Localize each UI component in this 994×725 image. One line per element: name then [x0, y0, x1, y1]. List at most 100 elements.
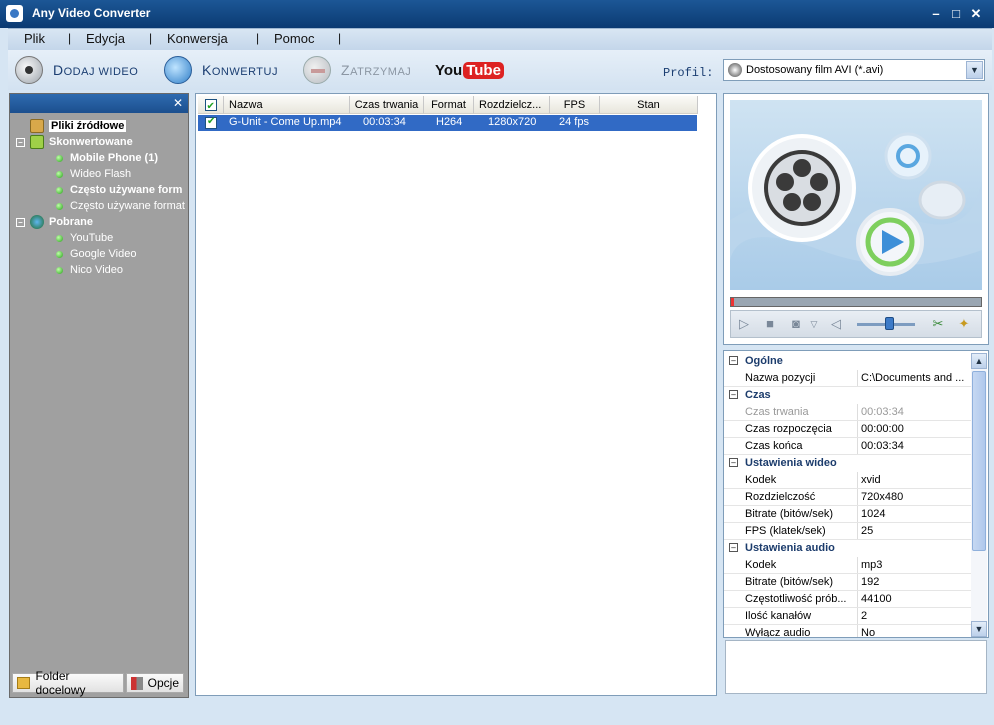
section-general[interactable]: – Ogólne: [724, 353, 971, 370]
column-header-resolution[interactable]: Rozdzielcz...: [474, 96, 550, 114]
scissors-icon[interactable]: ✂: [929, 315, 947, 333]
tree-item-mobile-phone[interactable]: Mobile Phone (1): [56, 150, 158, 166]
playback-progress[interactable]: [730, 297, 982, 307]
add-video-button[interactable]: Dodaj wideo: [15, 54, 138, 86]
green-dot-icon: [56, 202, 63, 210]
globe-icon: [30, 215, 44, 229]
green-dot-icon: [56, 266, 63, 274]
stop-icon[interactable]: ■: [761, 315, 779, 333]
prop-row-item-name[interactable]: Nazwa pozycji C:\Documents and ...: [724, 370, 971, 387]
prop-row-fps[interactable]: FPS (klatek/sek) 25: [724, 523, 971, 540]
stop-icon: [303, 56, 331, 84]
menu-edycja[interactable]: Edycja: [86, 31, 125, 46]
preview-panel: ▷ ■ ◙ ▽ ◁ ✂ ✦: [723, 93, 989, 345]
menu-separator: |: [149, 31, 153, 45]
film-reel-icon: [15, 56, 43, 84]
chevron-down-icon[interactable]: ▼: [966, 61, 983, 79]
prop-row-start-time[interactable]: Czas rozpoczęcia 00:00:00: [724, 421, 971, 438]
camera-icon[interactable]: ◙: [787, 315, 805, 333]
description-box: [725, 640, 987, 694]
table-row[interactable]: G-Unit - Come Up.mp4 00:03:34 H264 1280x…: [198, 115, 697, 131]
menu-plik[interactable]: Plik: [24, 31, 45, 46]
output-folder-button[interactable]: Folder docelowy: [12, 669, 124, 697]
toolbar: Dodaj wideo Konwertuj Zatrzymaj You Tube…: [8, 50, 992, 90]
scroll-thumb[interactable]: [972, 371, 986, 551]
panel-header: ✕: [10, 94, 188, 113]
tree-item-downloaded[interactable]: – Pobrane: [16, 214, 93, 230]
prop-row-audio-bitrate[interactable]: Bitrate (bitów/sek) 192: [724, 574, 971, 591]
player-controls: ▷ ■ ◙ ▽ ◁ ✂ ✦: [730, 310, 982, 338]
tree-item-youtube[interactable]: YouTube: [56, 230, 113, 246]
row-checkbox[interactable]: [205, 116, 217, 129]
menu-separator: |: [338, 31, 342, 45]
cell-duration: 00:03:34: [363, 116, 406, 128]
prop-row-end-time[interactable]: Czas końca 00:03:34: [724, 438, 971, 455]
properties-scrollbar[interactable]: ▲ ▼: [971, 353, 987, 637]
tree-item-frequent-formats-2[interactable]: Często używane format: [56, 198, 188, 214]
volume-icon[interactable]: ◁: [827, 315, 845, 333]
tree-item-nico-video[interactable]: Nico Video: [56, 262, 123, 278]
green-dot-icon: [56, 186, 63, 194]
profile-select[interactable]: Dostosowany film AVI (*.avi) ▼: [723, 59, 985, 81]
convert-label: Konwertuj: [202, 62, 278, 78]
collapse-icon[interactable]: –: [729, 390, 738, 399]
tools-icon: [131, 676, 143, 690]
tree-item-converted[interactable]: – Skonwertowane: [16, 134, 133, 150]
cell-format: H264: [436, 116, 463, 128]
stop-button[interactable]: Zatrzymaj: [303, 54, 411, 86]
file-list: Nazwa Czas trwania Format Rozdzielcz... …: [195, 93, 717, 696]
prop-row-channels[interactable]: Ilość kanałów 2: [724, 608, 971, 625]
column-header-status[interactable]: Stan: [600, 96, 698, 114]
chevron-down-icon[interactable]: ▽: [805, 315, 823, 333]
maximize-button[interactable]: □: [948, 6, 964, 22]
convert-icon: [164, 56, 192, 84]
prop-row-video-codec[interactable]: Kodek xvid: [724, 472, 971, 489]
scroll-down-icon[interactable]: ▼: [971, 621, 987, 637]
tree-item-source-files[interactable]: Pliki źródłowe: [30, 118, 127, 134]
menu-pomoc[interactable]: Pomoc: [274, 31, 314, 46]
youtube-button[interactable]: You Tube: [435, 59, 504, 81]
select-all-header[interactable]: [198, 96, 224, 114]
cell-fps: 24 fps: [559, 116, 589, 128]
section-audio-settings[interactable]: – Ustawienia audio: [724, 540, 971, 557]
collapse-icon[interactable]: –: [729, 543, 738, 552]
magic-wand-icon[interactable]: ✦: [955, 315, 973, 333]
convert-button[interactable]: Konwertuj: [164, 54, 278, 86]
column-header-duration[interactable]: Czas trwania: [350, 96, 424, 114]
tree-item-google-video[interactable]: Google Video: [56, 246, 136, 262]
green-dot-icon: [56, 234, 63, 242]
menu-bar: Plik | Edycja | Konwersja | Pomoc |: [8, 28, 992, 50]
tree-item-flash-video[interactable]: Wideo Flash: [56, 166, 131, 182]
volume-knob[interactable]: [884, 317, 894, 330]
options-button[interactable]: Opcje: [126, 673, 184, 693]
checkbox-icon[interactable]: [204, 98, 217, 113]
column-header-format[interactable]: Format: [424, 96, 474, 114]
prop-row-resolution[interactable]: Rozdzielczość 720x480: [724, 489, 971, 506]
green-dot-icon: [56, 170, 63, 178]
menu-konwersja[interactable]: Konwersja: [167, 31, 228, 46]
section-time[interactable]: – Czas: [724, 387, 971, 404]
youtube-logo-tube: Tube: [463, 61, 504, 79]
prop-row-sample-rate[interactable]: Częstotliwość prób... 44100: [724, 591, 971, 608]
profile-label: Profil:: [663, 66, 714, 80]
play-icon[interactable]: ▷: [735, 315, 753, 333]
collapse-icon[interactable]: –: [729, 356, 738, 365]
collapse-icon[interactable]: –: [16, 137, 25, 147]
video-preview: [730, 100, 982, 290]
minimize-button[interactable]: –: [928, 6, 944, 22]
column-header-name[interactable]: Nazwa: [224, 96, 350, 114]
prop-row-video-bitrate[interactable]: Bitrate (bitów/sek) 1024: [724, 506, 971, 523]
scroll-up-icon[interactable]: ▲: [971, 353, 987, 369]
tree-item-frequent-formats-1[interactable]: Często używane form: [56, 182, 188, 198]
close-icon[interactable]: ✕: [173, 96, 183, 110]
prop-row-duration: Czas trwania 00:03:34: [724, 404, 971, 421]
column-header-fps[interactable]: FPS: [550, 96, 600, 114]
collapse-icon[interactable]: –: [16, 217, 25, 227]
collapse-icon[interactable]: –: [729, 458, 738, 467]
close-button[interactable]: ✕: [968, 6, 984, 22]
cell-resolution: 1280x720: [488, 116, 537, 128]
prop-row-disable-audio[interactable]: Wyłącz audio No: [724, 625, 971, 637]
preview-artwork: [730, 132, 982, 276]
prop-row-audio-codec[interactable]: Kodek mp3: [724, 557, 971, 574]
section-video-settings[interactable]: – Ustawienia wideo: [724, 455, 971, 472]
